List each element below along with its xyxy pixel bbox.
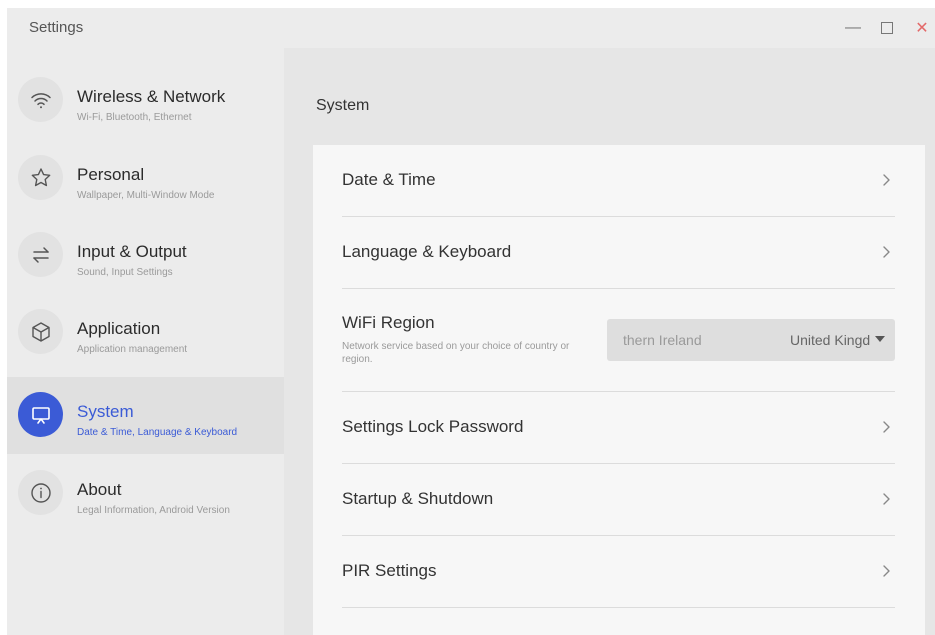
chevron-right-icon [883,565,890,577]
sidebar-item-subtitle: Wallpaper, Multi-Window Mode [77,190,215,201]
sidebar-item-application[interactable]: Application Application management [7,294,284,371]
row-label: Settings Lock Password [342,417,524,436]
row-description: Network service based on your choice of … [342,341,570,365]
sidebar-item-system[interactable]: System Date & Time, Language & Keyboard [7,377,284,454]
content-pane: System Date & Time Language & Keyboard W… [284,48,935,635]
dropdown-selected-value: United Kingdom [790,332,870,348]
close-button[interactable]: ✕ [910,15,934,41]
app-title: Settings [29,19,84,36]
chevron-right-icon [883,174,890,186]
sidebar-item-subtitle: Application management [77,344,188,355]
sidebar-item-label: Wireless & Network [77,87,226,106]
caret-down-icon [875,336,885,342]
sidebar-item-subtitle: Wi-Fi, Bluetooth, Ethernet [77,112,192,123]
sidebar-item-label: Application [77,319,161,338]
dropdown-option-faded: thern Ireland [623,332,702,348]
sidebar-item-wireless-network[interactable]: Wireless & Network Wi-Fi, Bluetooth, Eth… [7,62,284,139]
chevron-right-icon [883,246,890,258]
row-wifi-region: WiFi Region Network service based on you… [342,289,895,392]
sidebar-item-personal[interactable]: Personal Wallpaper, Multi-Window Mode [7,140,284,217]
monitor-icon [18,392,63,437]
row-settings-lock-password[interactable]: Settings Lock Password [342,392,895,464]
title-bar: Settings — ✕ [7,8,935,48]
settings-window: Settings — ✕ Wireless & Network Wi-Fi, B… [7,8,935,635]
sidebar-item-input-output[interactable]: Input & Output Sound, Input Settings [7,217,284,294]
row-language-keyboard[interactable]: Language & Keyboard [342,217,895,289]
cube-icon [18,309,63,354]
chevron-right-icon [883,493,890,505]
sidebar-item-about[interactable]: About Legal Information, Android Version [7,455,284,532]
sidebar-item-label: Input & Output [77,242,187,261]
row-date-time[interactable]: Date & Time [342,145,895,217]
chevron-right-icon [883,421,890,433]
swap-arrows-icon [18,232,63,277]
section-title: System [316,97,370,114]
row-label: Startup & Shutdown [342,489,494,508]
wifi-region-dropdown[interactable]: thern Ireland United Kingdom [607,319,895,361]
settings-card: Date & Time Language & Keyboard WiFi Reg… [313,145,925,635]
sidebar-item-label: About [77,480,122,499]
info-icon [18,470,63,515]
row-label: WiFi Region [342,313,435,332]
sidebar-item-label: Personal [77,165,145,184]
wifi-icon [18,77,63,122]
sidebar-item-subtitle: Sound, Input Settings [77,267,173,278]
sidebar-item-subtitle: Legal Information, Android Version [77,505,230,516]
row-pir-settings[interactable]: PIR Settings [342,536,895,608]
sidebar-item-label: System [77,402,134,421]
row-label: Language & Keyboard [342,242,512,261]
sidebar: Wireless & Network Wi-Fi, Bluetooth, Eth… [7,48,284,635]
sidebar-item-subtitle: Date & Time, Language & Keyboard [77,427,238,438]
minimize-button[interactable]: — [841,15,865,41]
maximize-button[interactable] [875,15,899,41]
maximize-icon [881,22,893,34]
star-icon [18,155,63,200]
row-startup-shutdown[interactable]: Startup & Shutdown [342,464,895,536]
row-label: PIR Settings [342,561,437,580]
row-label: Date & Time [342,170,436,189]
